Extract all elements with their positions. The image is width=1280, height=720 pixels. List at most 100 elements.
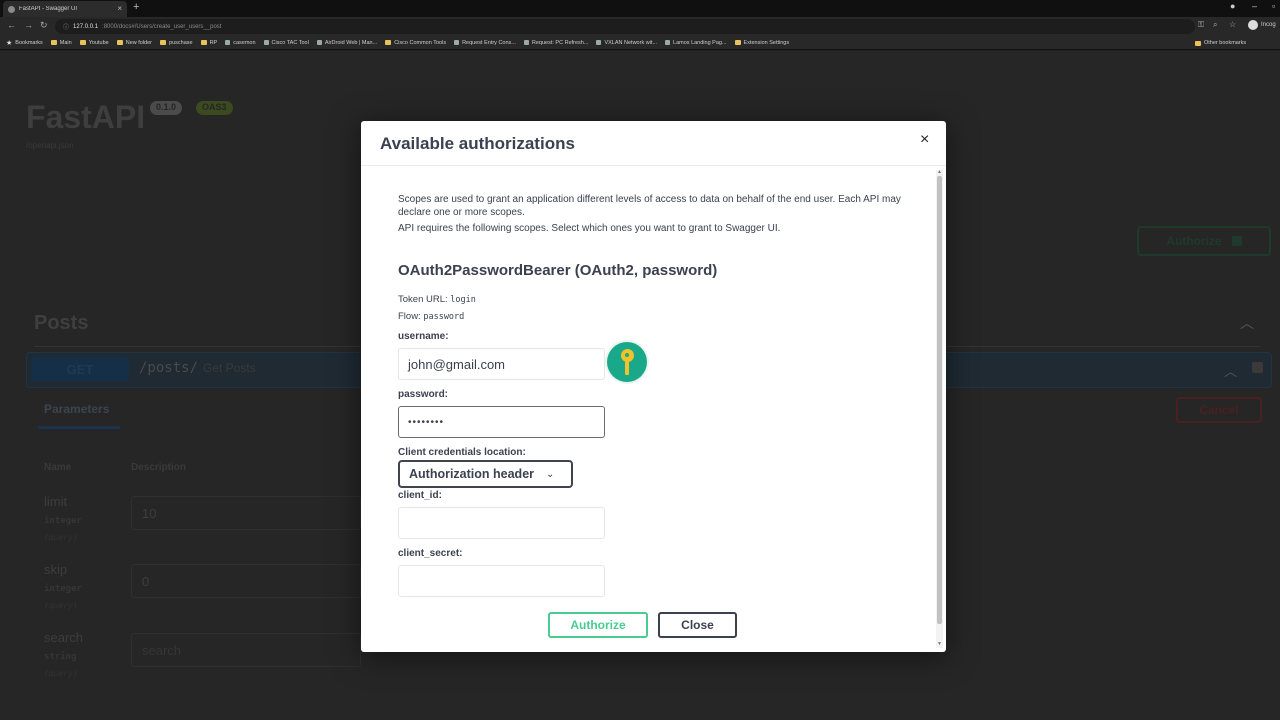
client-id-label: client_id:	[398, 490, 442, 501]
authorize-button-bg[interactable]: Authorize	[1137, 226, 1271, 256]
openapi-link[interactable]: /openapi.json	[26, 141, 74, 150]
reload-icon[interactable]: ↻	[40, 21, 48, 30]
folder-icon	[734, 40, 741, 45]
close-button[interactable]: Close	[658, 612, 737, 638]
zoom-icon[interactable]: ⌕	[1213, 21, 1217, 29]
bookmark-item[interactable]: AirDroid Web | Man...	[316, 40, 377, 46]
scroll-down-icon[interactable]: ▼	[937, 642, 942, 647]
url-field[interactable]: ⓘ 127.0.0.1:8000/docs#/Users/create_user…	[55, 19, 1195, 34]
bookmark-item[interactable]: Extension Settings	[734, 40, 789, 46]
username-input[interactable]: john@gmail.com	[398, 348, 605, 380]
page-icon	[665, 40, 671, 45]
site-info-icon[interactable]: ⓘ	[63, 22, 69, 31]
section-title[interactable]: Posts	[34, 312, 88, 335]
param-type: integer	[44, 516, 82, 526]
param-input-limit[interactable]: 10	[131, 496, 361, 530]
bookmark-item[interactable]: Cisco Common Tools	[385, 40, 446, 46]
url-path: :8000/docs#/Users/create_user_users__pos…	[102, 23, 222, 30]
scopes-description: Scopes are used to grant an application …	[398, 194, 901, 218]
bookmark-item[interactable]: Main	[50, 39, 72, 46]
chevron-up-icon[interactable]: ︿	[1224, 361, 1237, 380]
scrollbar-thumb[interactable]	[937, 176, 942, 624]
password-label: password:	[398, 389, 449, 400]
close-icon[interactable]: ×	[920, 132, 929, 148]
bookmark-label: Request Entry Cons...	[462, 39, 516, 46]
client-location-label: Client credentials location:	[398, 447, 526, 458]
bookmark-label: Youtube	[88, 39, 109, 46]
client-location-value: Authorization header	[409, 467, 535, 481]
bookmark-item[interactable]: New folder	[116, 40, 152, 46]
version-badge: 0.1.0	[150, 101, 183, 115]
param-input-search[interactable]: search	[131, 633, 361, 667]
tab-underline	[38, 426, 120, 429]
forward-icon[interactable]: →	[24, 21, 33, 30]
folder-icon	[116, 40, 123, 45]
bookmark-item[interactable]: ★ Bookmarks	[6, 39, 43, 47]
window-settings-icon[interactable]: ●	[1230, 2, 1235, 11]
password-input[interactable]: ••••••••	[398, 406, 605, 438]
folder-icon	[200, 40, 207, 45]
modal-title: Available authorizations	[380, 134, 575, 153]
key-icon[interactable]: ⚿	[1198, 21, 1204, 29]
app-title: FastAPI	[26, 99, 146, 135]
client-secret-label: client_secret:	[398, 548, 463, 559]
method-badge: GET	[31, 357, 129, 381]
bookmark-item[interactable]: VXLAN Network wit...	[596, 40, 657, 46]
bookmark-item[interactable]: Lamos Landing Pag...	[665, 40, 727, 46]
bookmark-label: Lamos Landing Pag...	[673, 39, 727, 46]
bookmark-item[interactable]: Request Entry Cons...	[454, 40, 516, 46]
param-in: (query)	[44, 601, 78, 610]
star-icon[interactable]: ☆	[1229, 21, 1236, 29]
param-name: search	[44, 630, 84, 645]
authorize-label: Authorize	[1166, 234, 1222, 248]
tab-parameters[interactable]: Parameters	[44, 402, 109, 416]
bookmark-item[interactable]: Request: PC Refresh...	[523, 39, 589, 46]
token-url-value: login	[450, 295, 476, 305]
password-manager-key-icon[interactable]	[607, 342, 647, 382]
incognito-icon	[1248, 20, 1258, 30]
client-id-input[interactable]	[398, 507, 605, 539]
bookmark-label: puschase	[169, 39, 193, 46]
param-type: string	[44, 652, 77, 662]
bookmark-item[interactable]: RP	[200, 40, 217, 46]
param-name: limit	[44, 494, 68, 509]
column-header-description: Description	[131, 462, 187, 473]
browser-tab[interactable]: FastAPI - Swagger UI ×	[3, 1, 127, 17]
profile-button[interactable]: Incog	[1248, 20, 1276, 30]
page-icon	[523, 40, 529, 45]
bookmark-label: Request: PC Refresh...	[531, 39, 589, 46]
page-icon	[316, 40, 322, 45]
bookmark-item[interactable]: Youtube	[79, 39, 109, 46]
bookmark-item[interactable]: casemon	[225, 40, 256, 46]
folder-icon	[385, 40, 392, 45]
other-bookmarks[interactable]: Other bookmarks	[1195, 36, 1246, 50]
operation-summary: Get Posts	[203, 361, 256, 375]
lock-icon[interactable]	[1252, 362, 1263, 373]
param-input-skip[interactable]: 0	[131, 564, 361, 598]
chevron-up-icon[interactable]: ︿	[1240, 313, 1254, 333]
client-location-select[interactable]: Authorization header ⌄	[398, 460, 573, 488]
bookmark-label: Main	[59, 39, 72, 46]
token-url-label: Token URL:	[398, 294, 448, 305]
bookmark-label: Bookmarks	[15, 39, 43, 46]
modal-body: Scopes are used to grant an application …	[361, 167, 935, 652]
minimize-icon[interactable]: –	[1252, 2, 1257, 11]
window-restore-icon[interactable]: ▫	[1272, 2, 1275, 11]
bookmark-item[interactable]: Cisco TAC Tool	[263, 40, 309, 46]
new-tab-icon[interactable]: +	[133, 2, 139, 13]
authorize-button[interactable]: Authorize	[548, 612, 648, 638]
profile-label: Incog	[1261, 22, 1276, 28]
page-icon	[596, 40, 602, 45]
flow-value: password	[423, 312, 465, 322]
page-icon	[454, 40, 460, 45]
bookmark-item[interactable]: puschase	[160, 40, 193, 46]
lock-icon	[1231, 236, 1242, 246]
tab-close-icon[interactable]: ×	[117, 5, 122, 13]
client-secret-input[interactable]	[398, 565, 605, 597]
scroll-up-icon[interactable]: ▲	[937, 170, 942, 175]
back-icon[interactable]: ←	[7, 21, 16, 30]
cancel-button[interactable]: Cancel	[1176, 397, 1262, 423]
modal-scrollbar[interactable]: ▲ ▼	[936, 170, 943, 648]
page-icon	[263, 40, 269, 45]
folder-icon	[160, 40, 167, 45]
